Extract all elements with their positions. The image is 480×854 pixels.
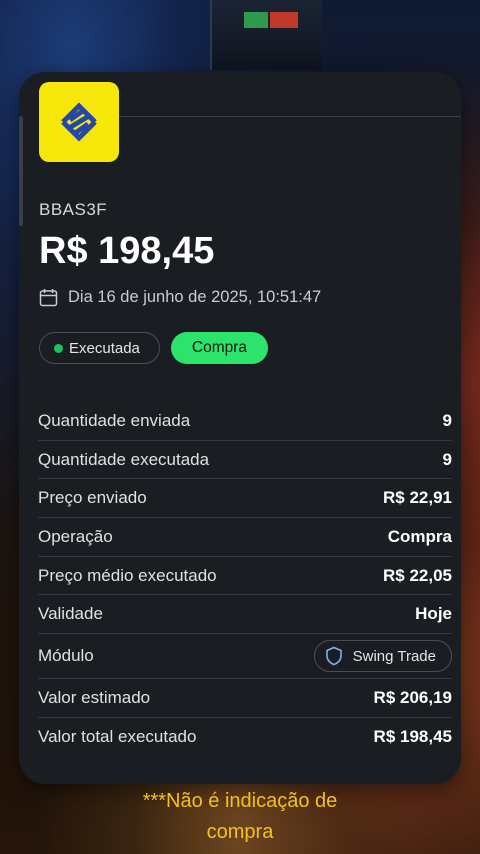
shield-icon	[325, 646, 342, 666]
disclaimer-line-1: ***Não é indicação de	[142, 790, 338, 812]
detail-value: R$ 22,05	[383, 565, 452, 585]
operation-badge: Compra	[171, 332, 268, 364]
detail-label: Módulo	[38, 646, 94, 666]
detail-value: Compra	[387, 526, 452, 546]
detail-row-validade: Validade Hoje	[38, 595, 452, 635]
detail-value: Hoje	[415, 604, 452, 624]
background-red-bar	[270, 12, 298, 28]
detail-label: Valor total executado	[38, 726, 197, 746]
detail-value: R$ 198,45	[373, 726, 452, 746]
asset-ticker: BBAS3F	[39, 200, 108, 219]
order-datetime: Dia 16 de junho de 2025, 10:51:47	[39, 288, 321, 307]
detail-value: 9	[442, 449, 452, 469]
detail-row-valor-total: Valor total executado R$ 198,45	[38, 718, 452, 756]
background-monitor	[210, 0, 322, 70]
detail-label: Preço enviado	[38, 488, 147, 508]
order-details-list: Quantidade enviada 9 Quantidade executad…	[38, 402, 452, 756]
detail-label: Quantidade enviada	[38, 410, 191, 430]
detail-row-valor-estimado: Valor estimado R$ 206,19	[38, 679, 452, 718]
module-badge[interactable]: Swing Trade	[313, 640, 452, 673]
banco-do-brasil-logo	[39, 82, 119, 162]
detail-row-quantidade-executada: Quantidade executada 9	[38, 441, 452, 480]
order-price: R$ 198,45	[39, 230, 215, 272]
calendar-icon	[39, 289, 58, 307]
detail-value: R$ 22,91	[383, 488, 452, 508]
detail-row-preco-medio: Preço médio executado R$ 22,05	[38, 557, 452, 596]
disclaimer-caption: ***Não é indicação de compra	[0, 786, 480, 848]
status-dot-icon	[54, 343, 63, 353]
module-label: Swing Trade	[352, 647, 436, 665]
order-chips: Executada Compra	[39, 332, 268, 364]
status-label: Executada	[69, 339, 140, 357]
detail-row-modulo: Módulo Swing Trade	[38, 634, 452, 680]
logo-mark-icon	[61, 102, 97, 142]
disclaimer-line-2: compra	[206, 821, 274, 843]
detail-label: Quantidade executada	[38, 449, 210, 469]
header-divider	[119, 116, 461, 117]
detail-label: Validade	[38, 604, 103, 624]
detail-row-preco-enviado: Preço enviado R$ 22,91	[38, 479, 452, 519]
detail-row-operacao: Operação Compra	[38, 518, 452, 557]
order-datetime-text: Dia 16 de junho de 2025, 10:51:47	[68, 288, 322, 306]
detail-value: R$ 206,19	[373, 687, 452, 707]
background-green-bar	[244, 12, 268, 28]
detail-label: Operação	[38, 526, 113, 546]
status-badge: Executada	[39, 332, 160, 364]
detail-label: Valor estimado	[38, 687, 151, 707]
scroll-indicator	[19, 116, 23, 226]
detail-label: Preço médio executado	[38, 565, 217, 585]
order-detail-card: BBAS3F R$ 198,45 Dia 16 de junho de 2025…	[19, 72, 461, 784]
detail-value: 9	[442, 410, 452, 430]
detail-row-quantidade-enviada: Quantidade enviada 9	[38, 402, 452, 441]
